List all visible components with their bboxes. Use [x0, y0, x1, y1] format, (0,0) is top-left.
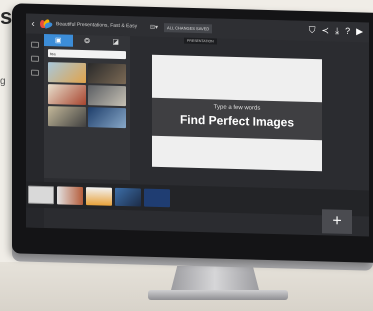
- tab-icons-icon[interactable]: ❂: [73, 35, 102, 48]
- document-menu-icon[interactable]: ⊟▾: [150, 23, 158, 30]
- app-logo: [40, 18, 54, 29]
- document-title[interactable]: Beautiful Presentations, Fast & Easy: [56, 21, 148, 29]
- image-panel: ▣ ❂ ◪ tea: [44, 33, 130, 181]
- image-result[interactable]: [48, 84, 86, 106]
- rail-text-icon[interactable]: [31, 69, 39, 76]
- rail-slides-icon[interactable]: [31, 41, 39, 48]
- app-screen: ‹ Beautiful Presentations, Fast & Easy ⊟…: [26, 13, 369, 237]
- panel-tabs: ▣ ❂ ◪: [44, 33, 130, 48]
- back-arrow-icon[interactable]: ‹: [26, 18, 40, 29]
- image-result[interactable]: [88, 63, 126, 85]
- slide-thumbnail[interactable]: [28, 185, 54, 205]
- monitor-base: [148, 290, 288, 300]
- page-heading-fragment: s: [0, 4, 13, 29]
- image-results-grid: [44, 60, 130, 130]
- page-text-fragment: g: [0, 76, 6, 87]
- saved-status: ALL CHANGES SAVED: [164, 22, 213, 33]
- tab-images-icon[interactable]: ▣: [44, 33, 73, 47]
- slide-thumbnails: [26, 181, 369, 217]
- slide-thumbnail[interactable]: [115, 187, 141, 207]
- play-icon[interactable]: ▶: [356, 26, 363, 37]
- rail-layout-icon[interactable]: [31, 55, 39, 62]
- download-icon[interactable]: ⤓: [335, 26, 339, 37]
- add-slide-button[interactable]: +: [322, 209, 352, 235]
- slide-thumbnail[interactable]: [57, 186, 83, 206]
- image-result[interactable]: [88, 107, 126, 129]
- toolbar-actions: ⛉ ≺ ⤓ ? ▶: [309, 25, 363, 37]
- tab-backgrounds-icon[interactable]: ◪: [101, 35, 130, 48]
- share-icon[interactable]: ≺: [322, 25, 330, 36]
- slide-thumbnail[interactable]: [144, 188, 170, 208]
- slide-canvas[interactable]: Type a few words Find Perfect Images: [152, 54, 322, 172]
- help-icon[interactable]: ?: [345, 26, 350, 37]
- image-result[interactable]: [48, 62, 86, 84]
- image-result[interactable]: [48, 106, 86, 128]
- shield-icon[interactable]: ⛉: [309, 25, 316, 36]
- toolbar-tooltip: PRESENTATION: [184, 37, 217, 45]
- slide-title[interactable]: Find Perfect Images: [152, 112, 322, 130]
- slide-thumbnail[interactable]: [86, 187, 112, 206]
- slide-title-band: Type a few words Find Perfect Images: [152, 97, 322, 141]
- image-result[interactable]: [88, 85, 126, 107]
- image-search-input[interactable]: tea: [48, 49, 126, 60]
